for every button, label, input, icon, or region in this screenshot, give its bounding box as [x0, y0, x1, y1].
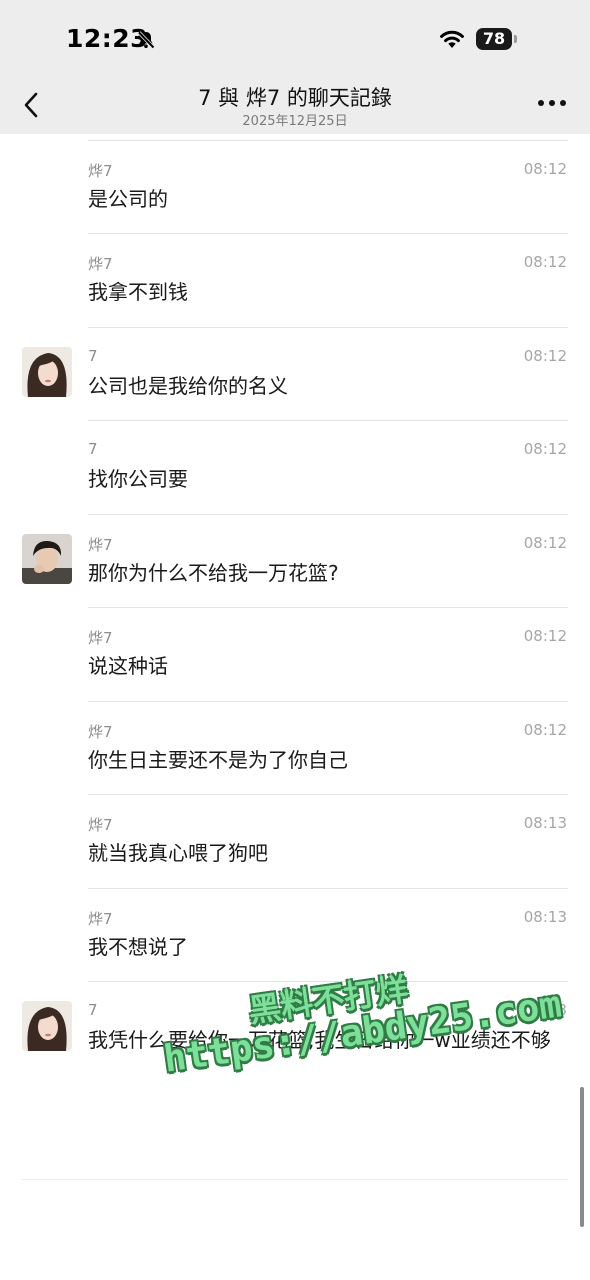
- message-text: 我拿不到钱: [88, 280, 188, 304]
- message-time: 08:13: [523, 814, 567, 832]
- message-text: 我不想说了: [88, 934, 188, 959]
- battery-level: 78: [482, 29, 506, 48]
- message-sender: 烨7: [88, 255, 113, 273]
- message-sender: 烨7: [88, 909, 113, 928]
- message-row[interactable]: 烨7 08:12 你生日主要还不是为了你自己: [0, 702, 590, 795]
- message-sender: 烨7: [88, 816, 113, 834]
- bell-muted-icon: [137, 31, 155, 49]
- message-time: 08:12: [523, 440, 567, 458]
- message-text: 找你公司要: [88, 467, 188, 491]
- message-time: 08:12: [523, 720, 567, 739]
- battery-icon: 78: [476, 28, 512, 50]
- message-row[interactable]: 烨7 08:13 就当我真心喂了狗吧: [0, 795, 590, 889]
- scrollbar[interactable]: [580, 1087, 584, 1227]
- message-text: 说这种话: [88, 654, 168, 678]
- message-row[interactable]: 烨7 08:12 我拿不到钱: [0, 234, 590, 328]
- message-time: 08:13: [523, 1001, 567, 1019]
- message-sender: 烨7: [88, 161, 113, 180]
- message-sender: 7: [88, 1001, 98, 1019]
- message-row[interactable]: 烨7 08:12 是公司的: [0, 141, 590, 234]
- chat-date: 2025年12月25日: [242, 114, 348, 129]
- avatar-female[interactable]: [22, 1001, 72, 1051]
- list-end-divider: [22, 1179, 568, 1180]
- message-text: 你生日主要还不是为了你自己: [88, 747, 348, 772]
- avatar-female[interactable]: [22, 346, 72, 397]
- message-time: 08:13: [523, 907, 567, 926]
- message-time: 08:12: [523, 159, 567, 178]
- message-sender: 7: [88, 346, 98, 365]
- message-row[interactable]: 7 08:12 找你公司要: [0, 421, 590, 515]
- message-sender: 7: [88, 440, 98, 458]
- chat-header: 7 與 烨7 的聊天記錄 2025年12月25日: [0, 70, 590, 134]
- message-time: 08:12: [523, 253, 567, 271]
- message-time: 08:12: [523, 627, 567, 645]
- message-time: 08:12: [523, 346, 567, 365]
- more-options-icon[interactable]: [538, 100, 566, 108]
- status-bar: 12:23 78: [0, 0, 590, 70]
- message-row[interactable]: 烨7 08:13 我不想说了: [0, 889, 590, 982]
- message-sender: 烨7: [88, 722, 113, 741]
- chat-title: 7 與 烨7 的聊天記錄: [198, 86, 392, 110]
- message-row[interactable]: 烨7 08:12 那你为什么不给我一万花篮?: [0, 515, 590, 608]
- message-time: 08:12: [523, 533, 567, 552]
- message-text: 我凭什么要给你一万花篮,我生日给你一w业绩还不够: [88, 1028, 551, 1052]
- message-sender: 烨7: [88, 535, 113, 554]
- message-row[interactable]: 烨7 08:12 说这种话: [0, 608, 590, 702]
- message-text: 那你为什么不给我一万花篮?: [88, 560, 339, 585]
- message-sender: 烨7: [88, 629, 113, 647]
- battery-tip: [514, 35, 517, 43]
- message-text: 就当我真心喂了狗吧: [88, 841, 268, 865]
- avatar-male[interactable]: [22, 533, 72, 584]
- wifi-icon: [440, 30, 464, 48]
- message-text: 是公司的: [88, 186, 168, 211]
- chat-history-list[interactable]: 烨708:12我说了烨708:12是公司的烨708:12我拿不到钱708:12公…: [0, 134, 590, 1280]
- message-row[interactable]: 7 08:12 公司也是我给你的名义: [0, 328, 590, 421]
- message-text: 公司也是我给你的名义: [88, 373, 288, 398]
- message-row[interactable]: 7 08:13 我凭什么要给你一万花篮,我生日给你一w业绩还不够: [0, 982, 590, 1076]
